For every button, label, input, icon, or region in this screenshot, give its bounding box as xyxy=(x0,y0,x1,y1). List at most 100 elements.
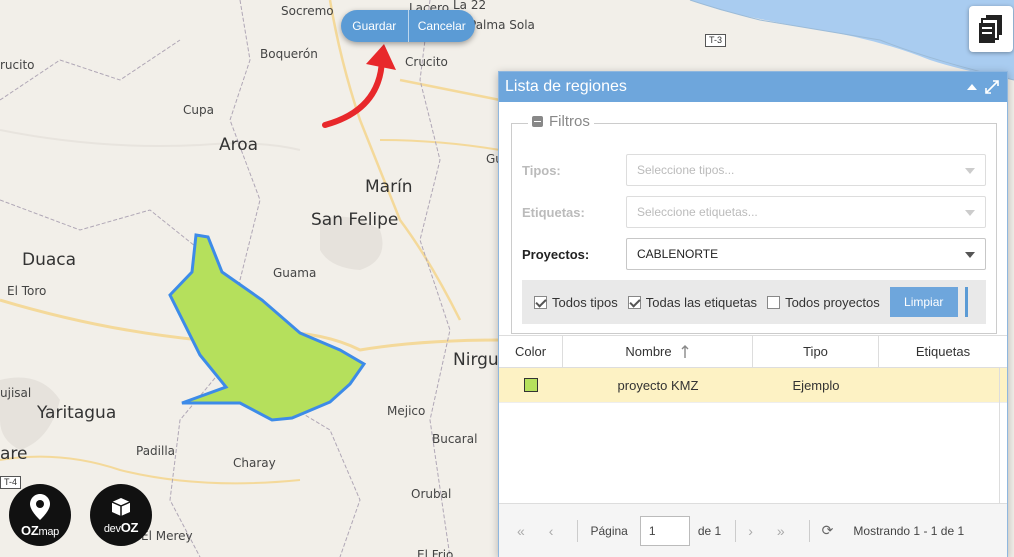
checkbox-unchecked-icon xyxy=(767,295,781,309)
table-row[interactable]: proyecto KMZ Ejemplo xyxy=(499,368,1007,403)
cube-icon xyxy=(111,497,131,516)
map-place-label: Bucaral xyxy=(432,432,478,446)
etiquetas-placeholder: Seleccione etiquetas... xyxy=(637,205,758,219)
devoz-logo-suffix: OZ xyxy=(120,519,139,535)
cancel-button[interactable]: Cancelar xyxy=(409,10,476,42)
panel-header[interactable]: Lista de regiones xyxy=(499,72,1007,102)
proyectos-value: CABLENORTE xyxy=(637,247,719,261)
column-header-tags[interactable]: Etiquetas xyxy=(879,336,1007,367)
prev-page-icon[interactable]: ‹ xyxy=(549,523,554,539)
devoz-logo-prefix: dev xyxy=(103,522,121,535)
map-pin-icon xyxy=(30,493,50,520)
color-cell xyxy=(499,368,563,402)
filters-legend[interactable]: Filtros xyxy=(528,113,594,130)
map-place-label: Padilla xyxy=(136,444,176,458)
collapse-icon[interactable] xyxy=(967,83,977,91)
edit-toolbar: Guardar Cancelar xyxy=(341,10,475,42)
filter-toolbar: Todos tipos Todas las etiquetas Todos pr… xyxy=(522,280,986,324)
road-shield: T-4 xyxy=(0,476,22,489)
column-tags-label: Etiquetas xyxy=(915,344,971,359)
column-name-label: Nombre xyxy=(625,344,672,359)
sort-asc-icon xyxy=(681,344,689,358)
regions-panel: Lista de regiones Filtros Tipos: Selecci… xyxy=(498,71,1008,557)
map-place-label: are xyxy=(0,444,28,464)
proyectos-row: Proyectos: CABLENORTE xyxy=(522,238,986,270)
todos-proyectos-label: Todos proyectos xyxy=(785,294,880,310)
collapse-filters-icon[interactable] xyxy=(532,116,543,127)
map-place-label: Palma Sola xyxy=(469,18,535,32)
todas-etiquetas-checkbox[interactable]: Todas las etiquetas xyxy=(627,294,758,310)
ozmap-logo-prefix: OZ xyxy=(21,522,39,538)
todos-proyectos-checkbox[interactable]: Todos proyectos xyxy=(767,295,880,310)
expand-icon[interactable] xyxy=(985,80,999,94)
map-place-label: El Frio xyxy=(417,548,454,557)
map-place-label: Crucito xyxy=(405,55,448,69)
tipos-row: Tipos: Seleccione tipos... xyxy=(522,154,986,186)
todas-etiquetas-label: Todas las etiquetas xyxy=(645,294,758,310)
grid-scrollbar-track[interactable] xyxy=(999,368,1007,503)
checkbox-checked-icon xyxy=(534,295,547,309)
devoz-logo: devOZ xyxy=(90,484,152,546)
map-place-label: Yaritagua xyxy=(37,403,117,423)
last-page-icon[interactable]: » xyxy=(777,523,785,539)
layers-button[interactable] xyxy=(969,6,1013,52)
name-cell: proyecto KMZ xyxy=(617,377,699,393)
panel-title: Lista de regiones xyxy=(505,78,627,95)
type-cell: Ejemplo xyxy=(792,377,840,393)
pager: « ‹ Página 1 de 1 › » ⟳ Mostrando 1 - 1 … xyxy=(499,503,1007,557)
map-place-label: rucito xyxy=(0,58,35,72)
checkbox-checked-icon xyxy=(627,295,641,309)
page-label: Página xyxy=(590,523,628,538)
column-header-type[interactable]: Tipo xyxy=(753,336,879,367)
tipos-select[interactable]: Seleccione tipos... xyxy=(626,154,986,186)
map-place-label: El Merey xyxy=(141,529,193,543)
layers-icon xyxy=(979,15,1002,43)
column-header-color[interactable]: Color xyxy=(499,336,563,367)
paging-status: Mostrando 1 - 1 de 1 xyxy=(853,523,965,538)
filters-fieldset: Filtros Tipos: Seleccione tipos... Etiqu… xyxy=(511,113,997,334)
chevron-down-icon xyxy=(965,210,975,216)
pager-separator xyxy=(808,519,810,542)
todos-tipos-label: Todos tipos xyxy=(552,294,618,310)
map-place-label: San Felipe xyxy=(311,210,399,230)
map-place-label: ujisal xyxy=(0,386,32,400)
proyectos-label: Proyectos: xyxy=(522,246,590,262)
refresh-icon[interactable]: ⟳ xyxy=(822,522,834,539)
page-count: de 1 xyxy=(697,523,722,538)
column-type-label: Tipo xyxy=(803,344,828,359)
color-swatch xyxy=(524,378,538,392)
column-color-label: Color xyxy=(514,344,547,359)
grid-header: Color Nombre Tipo Etiquetas xyxy=(499,335,1007,368)
map-place-label: Marín xyxy=(365,177,413,197)
page-input[interactable]: 1 xyxy=(639,515,690,546)
ozmap-logo-suffix: map xyxy=(38,525,59,538)
map-place-label: Boquerón xyxy=(260,47,318,61)
column-header-name[interactable]: Nombre xyxy=(563,336,753,367)
page-input-value: 1 xyxy=(648,523,656,538)
clear-button[interactable]: Limpiar xyxy=(889,287,958,317)
etiquetas-row: Etiquetas: Seleccione etiquetas... xyxy=(522,196,986,228)
map-place-label: Aroa xyxy=(219,135,259,155)
toolbar-end-bar xyxy=(964,287,968,317)
chevron-down-icon xyxy=(965,252,975,258)
todos-tipos-checkbox[interactable]: Todos tipos xyxy=(534,295,618,310)
pager-separator xyxy=(735,519,737,542)
map-place-label: Orubal xyxy=(411,487,452,501)
map-place-label: El Toro xyxy=(7,284,47,298)
map-place-label: Mejico xyxy=(387,404,426,418)
map-place-label: Guama xyxy=(273,266,317,280)
map-place-label: Charay xyxy=(233,456,276,470)
tipos-label: Tipos: xyxy=(522,162,561,178)
proyectos-select[interactable]: CABLENORTE xyxy=(626,238,986,270)
road-shield: T-3 xyxy=(705,34,727,47)
pager-separator xyxy=(577,519,579,542)
next-page-icon[interactable]: › xyxy=(748,523,753,539)
first-page-icon[interactable]: « xyxy=(517,523,525,539)
chevron-down-icon xyxy=(965,168,975,174)
etiquetas-select[interactable]: Seleccione etiquetas... xyxy=(626,196,986,228)
filters-legend-label: Filtros xyxy=(549,113,590,130)
tags-cell xyxy=(879,368,1007,402)
map-place-label: Socremo xyxy=(281,4,334,18)
tipos-placeholder: Seleccione tipos... xyxy=(637,163,735,177)
save-button[interactable]: Guardar xyxy=(341,10,408,42)
